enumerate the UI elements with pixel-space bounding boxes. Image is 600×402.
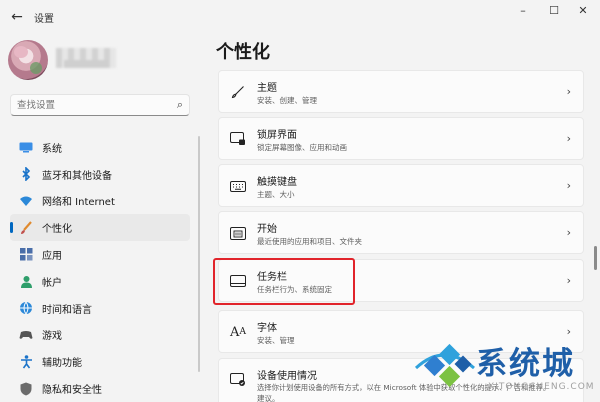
sidebar-item-apps[interactable]: 应用 [10, 241, 190, 268]
title-bar: ← 设置 – ☐ ✕ [0, 0, 600, 32]
selected-indicator [10, 222, 13, 234]
card-title: 主题 [257, 83, 277, 94]
minimize-icon: – [520, 4, 526, 17]
sidebar-item-label: 游戏 [42, 331, 62, 343]
device-usage-icon [229, 371, 247, 389]
sidebar-item-label: 隐私和安全性 [42, 385, 102, 397]
sidebar-nav: 系统 蓝牙和其他设备 网络和 Internet 个性化 应用 帐户 时间和语言 … [10, 134, 190, 402]
account-icon [18, 273, 34, 289]
personalization-icon [18, 220, 34, 236]
sidebar-item-accounts[interactable]: 帐户 [10, 268, 190, 295]
search-icon[interactable]: ⌕ [177, 98, 183, 112]
sidebar-item-accessibility[interactable]: 辅助功能 [10, 348, 190, 375]
sidebar-item-privacy[interactable]: 隐私和安全性 [10, 375, 190, 402]
sidebar-item-personalization[interactable]: 个性化 [10, 214, 190, 242]
lock-screen-icon [229, 130, 247, 148]
card-title: 设备使用情况 [257, 371, 317, 382]
watermark-url: XITONGCHENG.COM [488, 382, 595, 392]
back-button[interactable]: ← [6, 8, 28, 26]
card-subtitle-line2: 建议。 [257, 394, 280, 402]
close-button[interactable]: ✕ [572, 3, 594, 19]
network-icon [18, 193, 34, 209]
sidebar-item-network[interactable]: 网络和 Internet [10, 188, 190, 215]
card-subtitle: 最近使用的应用和项目、文件夹 [257, 237, 362, 246]
page-title: 个性化 [216, 42, 270, 63]
sidebar-item-label: 蓝牙和其他设备 [42, 170, 112, 182]
chevron-right-icon: › [566, 226, 571, 239]
card-subtitle: 安装、创建、管理 [257, 96, 317, 105]
back-arrow-icon: ← [11, 9, 23, 25]
sidebar-item-label: 帐户 [42, 277, 62, 289]
sidebar-item-label: 时间和语言 [42, 304, 92, 316]
sidebar-item-gaming[interactable]: 游戏 [10, 322, 190, 349]
search-box[interactable]: ⌕ [10, 94, 190, 116]
content-scrollbar[interactable] [594, 246, 597, 270]
system-icon [18, 139, 34, 155]
chevron-right-icon: › [566, 132, 571, 145]
keyboard-icon [229, 177, 247, 195]
watermark: 系统城 XITONGCHENG.COM [414, 334, 600, 402]
sidebar-item-label: 辅助功能 [42, 358, 82, 370]
chevron-right-icon: › [566, 179, 571, 192]
sidebar-item-label: 应用 [42, 251, 62, 263]
time-language-icon [18, 300, 34, 316]
card-subtitle: 锁定屏幕图像、应用和动画 [257, 143, 347, 152]
sidebar-item-label: 网络和 Internet [42, 197, 115, 209]
card-title: 开始 [257, 224, 277, 235]
account-name-blurred [56, 48, 116, 68]
card-title: 触摸键盘 [257, 177, 297, 188]
card-subtitle: 主题、大小 [257, 190, 295, 199]
privacy-icon [18, 381, 34, 397]
font-icon: AA [230, 324, 246, 340]
sidebar-item-system[interactable]: 系统 [10, 134, 190, 161]
sidebar-item-label: 个性化 [42, 224, 72, 236]
apps-icon [18, 247, 34, 263]
chevron-right-icon: › [566, 85, 571, 98]
sidebar-item-label: 系统 [42, 143, 62, 155]
avatar[interactable] [8, 40, 48, 80]
highlight-box [213, 258, 355, 305]
bluetooth-icon [18, 166, 34, 182]
sidebar-scrollbar[interactable] [198, 136, 200, 372]
card-lock-screen[interactable]: 锁屏界面 锁定屏幕图像、应用和动画 › [218, 117, 584, 160]
card-start[interactable]: 开始 最近使用的应用和项目、文件夹 › [218, 211, 584, 254]
maximize-icon: ☐ [549, 4, 559, 17]
window-title: 设置 [34, 14, 54, 25]
start-icon [229, 224, 247, 242]
card-themes[interactable]: 主题 安装、创建、管理 › [218, 70, 584, 113]
brush-icon [229, 83, 247, 101]
minimize-button[interactable]: – [512, 3, 534, 19]
sidebar-item-time-language[interactable]: 时间和语言 [10, 295, 190, 322]
watermark-text: 系统城 [476, 346, 575, 382]
search-input[interactable] [17, 98, 167, 113]
chevron-right-icon: › [566, 274, 571, 287]
gaming-icon [18, 327, 34, 343]
close-icon: ✕ [578, 4, 588, 17]
accessibility-icon [18, 354, 34, 370]
card-title: 锁屏界面 [257, 130, 297, 141]
card-subtitle: 安装、管理 [257, 336, 295, 345]
card-title: 字体 [257, 323, 277, 334]
maximize-button[interactable]: ☐ [543, 3, 565, 19]
card-touch-keyboard[interactable]: 触摸键盘 主题、大小 › [218, 164, 584, 207]
sidebar-item-bluetooth[interactable]: 蓝牙和其他设备 [10, 161, 190, 188]
watermark-logo-icon [414, 343, 475, 388]
